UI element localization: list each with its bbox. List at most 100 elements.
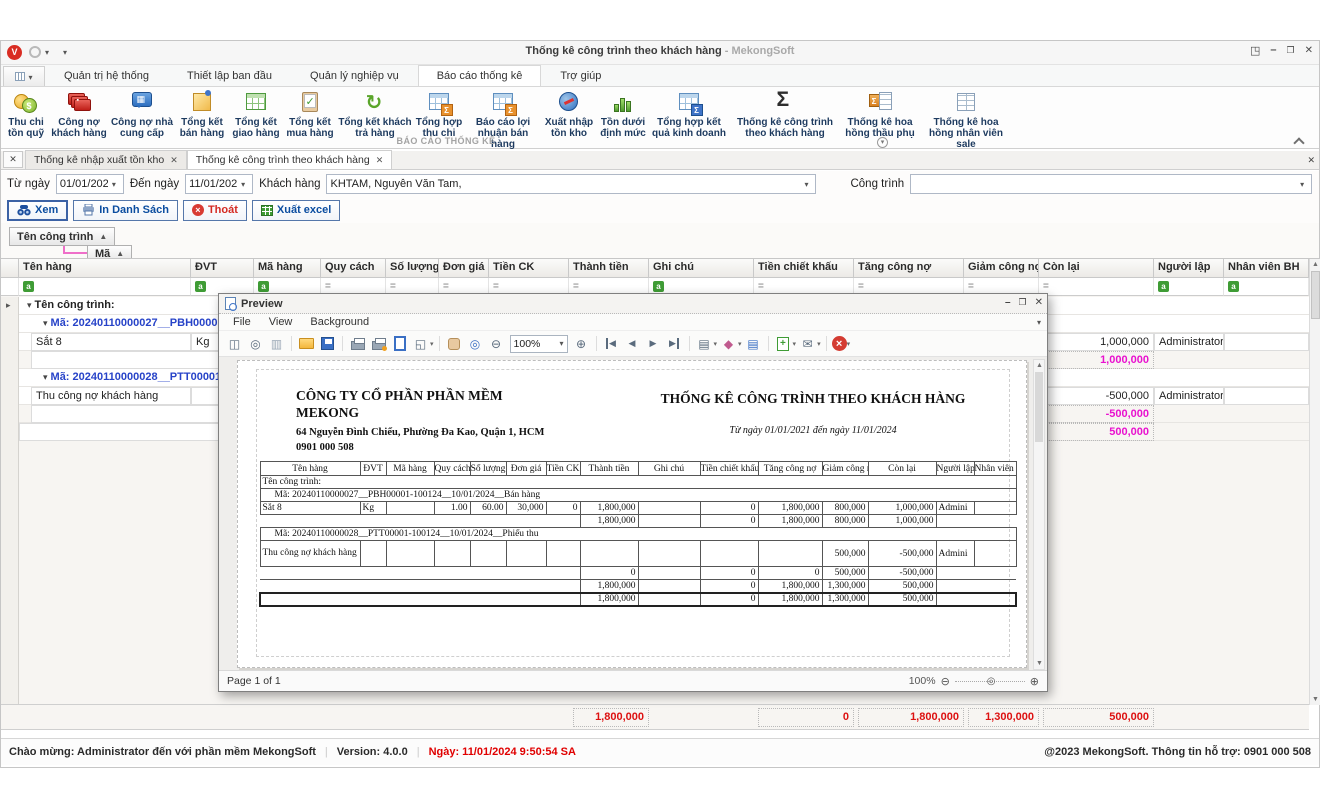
column-header-ten-hang[interactable]: Tên hàng bbox=[19, 259, 191, 278]
watermark-icon[interactable] bbox=[744, 334, 763, 353]
collapse-icon[interactable] bbox=[43, 318, 48, 328]
zoom-out-icon[interactable] bbox=[941, 675, 950, 688]
chevron-down-icon[interactable] bbox=[430, 340, 434, 348]
cell-ten-hang[interactable]: Thu công nợ khách hàng bbox=[31, 387, 191, 405]
doc-tab-thong-ke-nhap-xuat-ton-kho[interactable]: Thống kê nhập xuất tồn kho bbox=[25, 150, 187, 169]
column-header-con-lai[interactable]: Còn lại bbox=[1039, 259, 1154, 278]
zoom-in-icon[interactable] bbox=[1030, 675, 1039, 688]
exit-button[interactable]: Thoát bbox=[183, 200, 247, 221]
document-map-icon[interactable] bbox=[225, 334, 244, 353]
menu-overflow-icon[interactable] bbox=[1037, 318, 1041, 327]
close-all-tabs-icon[interactable] bbox=[3, 151, 23, 168]
cell-con-lai[interactable]: -500,000 bbox=[1039, 387, 1154, 405]
column-header-ma-hang[interactable]: Mã hàng bbox=[254, 259, 321, 278]
menu-file[interactable]: File bbox=[233, 316, 251, 328]
ribbon-collapse-icon[interactable] bbox=[1293, 137, 1304, 148]
next-page-icon[interactable] bbox=[644, 334, 663, 353]
column-header-so-luong[interactable]: Số lượng bbox=[386, 259, 439, 278]
chevron-down-icon[interactable] bbox=[847, 340, 851, 348]
filter-cell-con-lai[interactable] bbox=[1039, 278, 1154, 296]
scroll-up-icon[interactable] bbox=[1036, 362, 1043, 369]
ribbon-button-thong-ke-hoa-hong-thau-phu[interactable]: Thống kê hoa hồng thầu phụ bbox=[842, 89, 918, 139]
collapse-icon[interactable] bbox=[27, 300, 32, 310]
scroll-up-icon[interactable] bbox=[1312, 261, 1319, 268]
email-icon[interactable] bbox=[798, 334, 817, 353]
ribbon-button-tong-ket-giao-hang[interactable]: Tổng kết giao hàng bbox=[230, 89, 282, 139]
quick-print-icon[interactable] bbox=[372, 341, 386, 350]
collapse-icon[interactable] bbox=[43, 372, 48, 382]
close-icon[interactable] bbox=[1305, 44, 1313, 57]
zoom-combobox[interactable]: 100% bbox=[510, 335, 568, 353]
column-header-quy-cach[interactable]: Quy cách bbox=[321, 259, 386, 278]
zoom-in-icon[interactable] bbox=[572, 334, 591, 353]
menu-view[interactable]: View bbox=[269, 316, 293, 328]
page-setup-icon[interactable] bbox=[394, 336, 406, 351]
tab-quan-tri-he-thong[interactable]: Quản trị hệ thống bbox=[45, 65, 168, 86]
ribbon-button-thu-chi-ton-quy[interactable]: Thu chi tồn quỹ bbox=[4, 89, 48, 139]
print-icon[interactable] bbox=[351, 341, 365, 350]
tab-quan-ly-nghiep-vu[interactable]: Quản lý nghiệp vụ bbox=[291, 65, 418, 86]
ribbon-button-thong-ke-cong-trinh-theo-khach-hang[interactable]: Thống kê công trình theo khách hàng bbox=[730, 89, 840, 139]
tab-tro-giup[interactable]: Trợ giúp bbox=[541, 65, 620, 86]
fullscreen-icon[interactable] bbox=[1250, 44, 1260, 57]
to-date-input[interactable]: 11/01/2024 bbox=[185, 174, 253, 194]
scale-icon[interactable] bbox=[411, 334, 430, 353]
ribbon-button-cong-no-nha-cung-cap[interactable]: Công nợ nhà cung cấp bbox=[110, 89, 174, 139]
customer-combobox[interactable]: KHTAM, Nguyễn Văn Tam, bbox=[326, 174, 816, 194]
tab-close-icon[interactable] bbox=[170, 155, 178, 166]
close-preview-icon[interactable] bbox=[832, 336, 847, 351]
column-header-tien-chiet-khau[interactable]: Tiền chiết khấu bbox=[754, 259, 854, 278]
zoom-track[interactable] bbox=[955, 681, 1025, 682]
preview-vertical-scrollbar[interactable] bbox=[1033, 359, 1045, 670]
first-page-icon[interactable] bbox=[602, 334, 621, 353]
save-icon[interactable] bbox=[321, 337, 334, 350]
chevron-down-icon[interactable] bbox=[1296, 178, 1308, 190]
zoom-slider[interactable]: 100% bbox=[909, 675, 1039, 688]
open-icon[interactable] bbox=[299, 338, 314, 349]
ribbon-button-xuat-nhap-ton-kho[interactable]: Xuất nhập tồn kho bbox=[542, 89, 596, 139]
group-chip-ten-cong-trinh[interactable]: Tên công trình bbox=[9, 227, 115, 246]
column-header-giam-cong-no[interactable]: Giảm công nợ bbox=[964, 259, 1039, 278]
chevron-down-icon[interactable] bbox=[793, 340, 797, 348]
restore-icon[interactable] bbox=[1287, 44, 1295, 57]
tab-thiet-lap-ban-dau[interactable]: Thiết lập ban đầu bbox=[168, 65, 291, 86]
thumbnails-icon[interactable] bbox=[267, 334, 286, 353]
ribbon-button-tong-ket-ban-hang[interactable]: Tổng kết bán hàng bbox=[176, 89, 228, 139]
column-header-tien-ck[interactable]: Tiền CK bbox=[489, 259, 569, 278]
menu-background[interactable]: Background bbox=[310, 316, 369, 328]
cell-nhan-vien-bh[interactable] bbox=[1224, 333, 1309, 351]
chevron-down-icon[interactable] bbox=[800, 178, 812, 190]
cell-con-lai[interactable]: 1,000,000 bbox=[1039, 333, 1154, 351]
ribbon-button-ton-duoi-dinh-muc[interactable]: Tồn dưới định mức bbox=[598, 89, 648, 139]
column-header-nguoi-lap[interactable]: Người lập bbox=[1154, 259, 1224, 278]
close-icon[interactable] bbox=[1035, 297, 1043, 308]
app-menu-button[interactable] bbox=[3, 66, 45, 86]
previous-page-icon[interactable] bbox=[623, 334, 642, 353]
column-header-tang-cong-no[interactable]: Tăng công nợ bbox=[854, 259, 964, 278]
export-excel-button[interactable]: Xuất excel bbox=[252, 200, 340, 221]
maximize-icon[interactable] bbox=[1019, 297, 1027, 308]
zoom-knob[interactable] bbox=[987, 676, 996, 687]
multiple-pages-icon[interactable] bbox=[695, 334, 714, 353]
tab-bar-close-icon[interactable] bbox=[1307, 155, 1315, 166]
ribbon-button-tong-hop-ket-qua-kinh-doanh[interactable]: Tổng hợp kết quả kinh doanh bbox=[650, 89, 728, 139]
hand-tool-icon[interactable] bbox=[448, 338, 460, 350]
search-icon[interactable] bbox=[246, 334, 265, 353]
from-date-input[interactable]: 01/01/2021 bbox=[56, 174, 124, 194]
view-button[interactable]: Xem bbox=[7, 200, 68, 221]
magnifier-icon[interactable] bbox=[466, 334, 485, 353]
chevron-down-icon[interactable] bbox=[560, 339, 564, 348]
cell-nguoi-lap[interactable]: Administrator bbox=[1154, 333, 1224, 351]
doc-tab-thong-ke-cong-trinh-theo-khach-hang[interactable]: Thống kê công trình theo khách hàng bbox=[187, 150, 393, 169]
ribbon-group-launcher-icon[interactable] bbox=[877, 137, 888, 148]
tab-close-icon[interactable] bbox=[376, 155, 384, 166]
column-header-don-gia[interactable]: Đơn giá bbox=[439, 259, 489, 278]
scroll-down-icon[interactable] bbox=[1312, 696, 1319, 703]
chevron-down-icon[interactable] bbox=[714, 340, 718, 348]
chevron-down-icon[interactable] bbox=[237, 178, 249, 190]
chevron-down-icon[interactable] bbox=[738, 340, 742, 348]
page-color-icon[interactable] bbox=[719, 334, 738, 353]
ribbon-button-tong-ket-mua-hang[interactable]: Tổng kết mua hàng bbox=[284, 89, 336, 139]
preview-title-bar[interactable]: Preview bbox=[219, 294, 1047, 314]
zoom-out-icon[interactable] bbox=[487, 334, 506, 353]
